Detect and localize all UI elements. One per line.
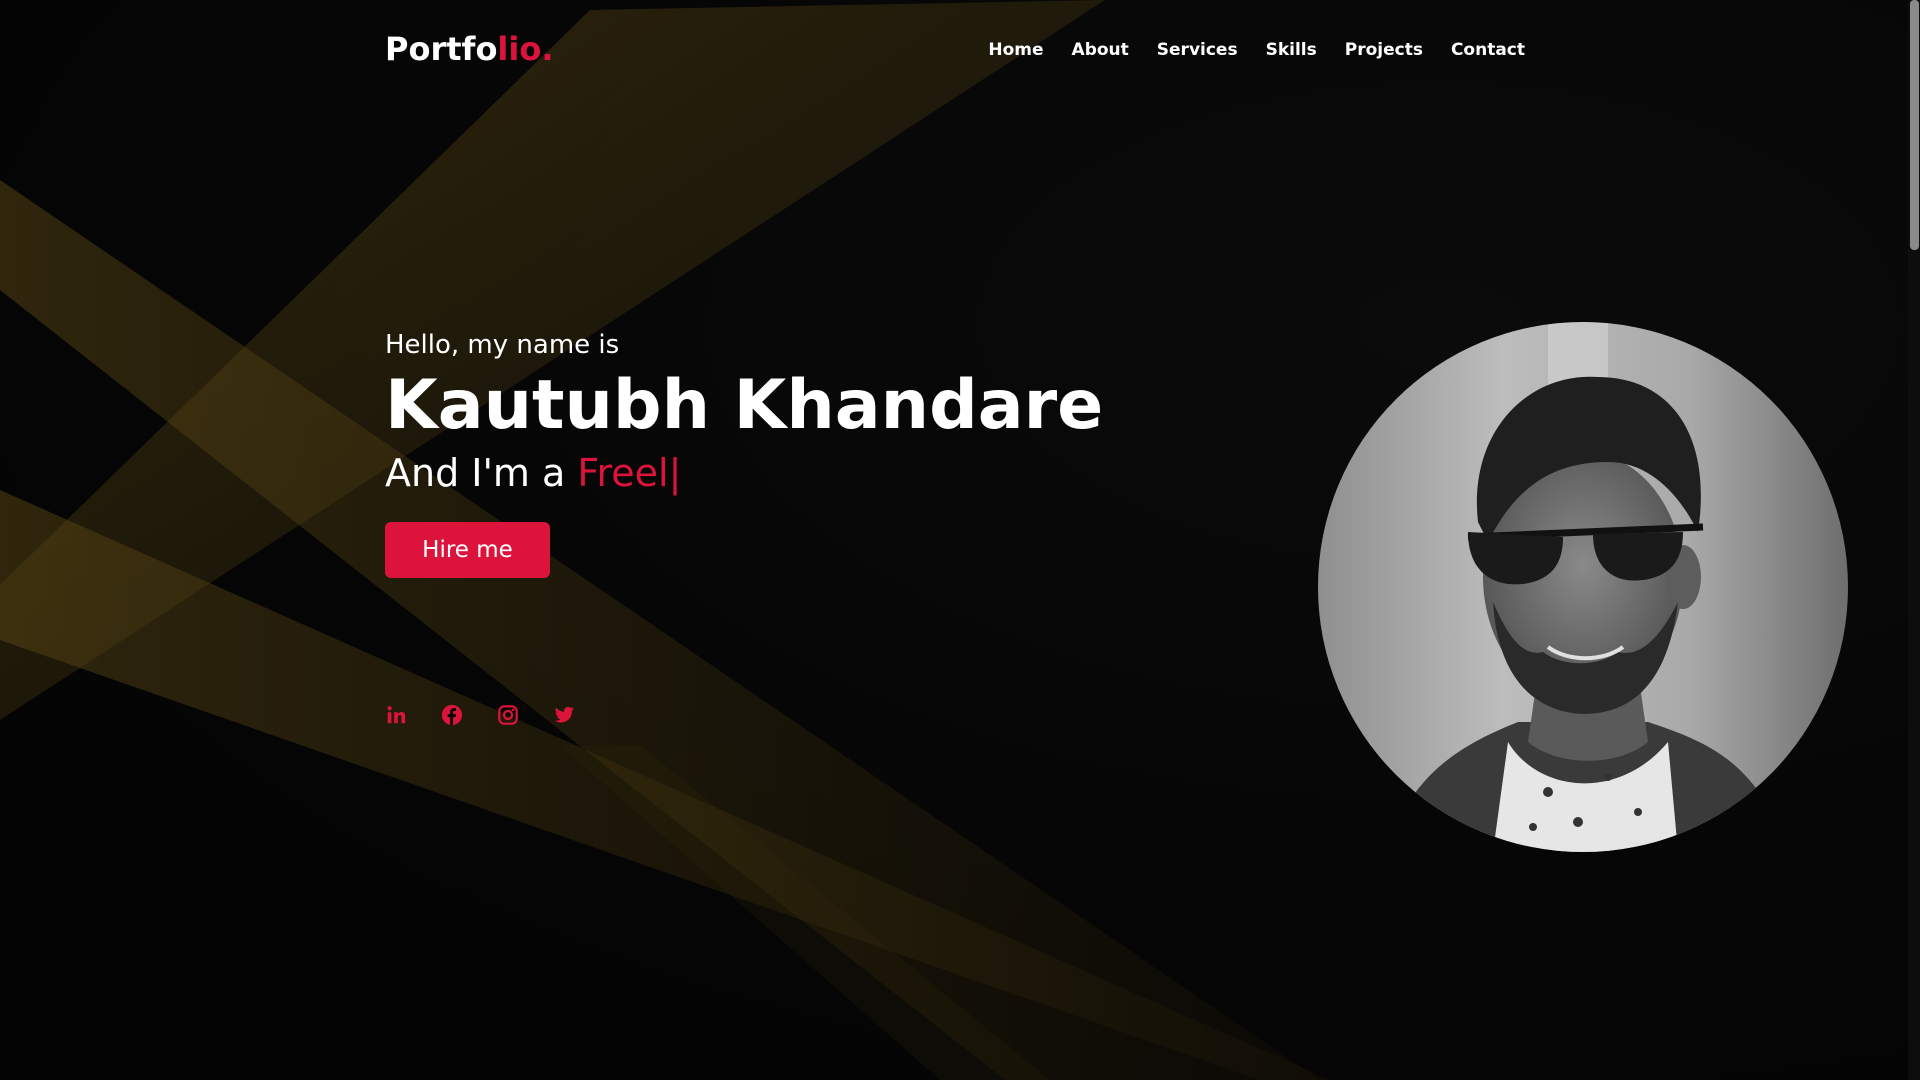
role-typed-text: Freel xyxy=(577,451,669,495)
nav-menu: Home About Services Skills Projects Cont… xyxy=(988,40,1525,60)
greeting-text: Hello, my name is xyxy=(385,330,620,360)
linkedin-icon[interactable] xyxy=(385,704,407,726)
hero-text: Hello, my name is Kautubh Khandare And I… xyxy=(385,325,1145,578)
logo-main: Portfo xyxy=(385,30,498,68)
hire-me-button[interactable]: Hire me xyxy=(385,522,550,578)
profile-portrait xyxy=(1318,322,1848,852)
nav-item-about[interactable]: About xyxy=(1072,40,1129,60)
nav-item-projects[interactable]: Projects xyxy=(1345,40,1423,60)
hero-name: Kautubh Khandare xyxy=(385,366,1104,445)
scrollbar-thumb[interactable] xyxy=(1910,0,1919,250)
nav-item-contact[interactable]: Contact xyxy=(1451,40,1525,60)
twitter-icon[interactable] xyxy=(553,704,575,726)
role-line: And I'm a Freel| xyxy=(385,447,1145,499)
role-prefix: And I'm a xyxy=(385,451,578,495)
nav-item-home[interactable]: Home xyxy=(988,40,1043,60)
facebook-icon[interactable] xyxy=(441,704,463,726)
hero-section: Portfolio. Home About Services Skills Pr… xyxy=(0,0,1920,1080)
instagram-icon[interactable] xyxy=(497,704,519,726)
nav-item-services[interactable]: Services xyxy=(1157,40,1238,60)
scrollbar[interactable] xyxy=(1908,0,1920,1080)
logo-accent: lio. xyxy=(497,30,554,68)
navbar: Portfolio. Home About Services Skills Pr… xyxy=(385,28,1525,72)
social-links xyxy=(385,704,575,726)
profile-photo xyxy=(1318,322,1848,852)
typing-cursor: | xyxy=(668,451,682,495)
nav-item-skills[interactable]: Skills xyxy=(1266,40,1317,60)
logo[interactable]: Portfolio. xyxy=(385,30,554,68)
